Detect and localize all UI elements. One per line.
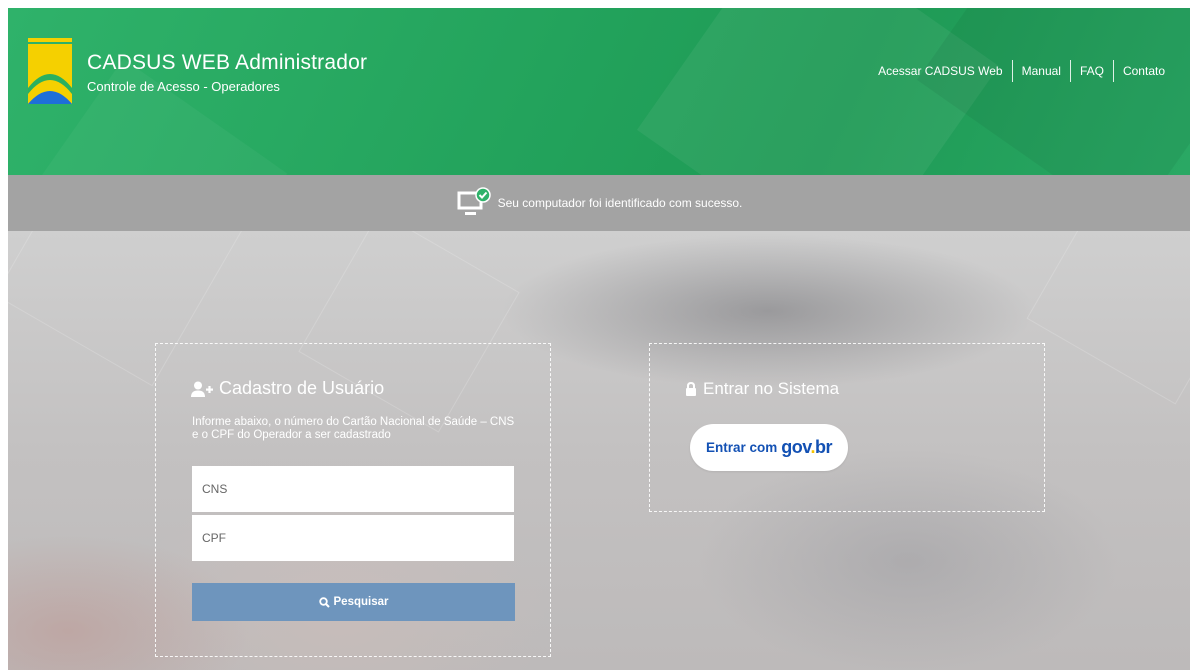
cns-input[interactable]: [192, 466, 514, 512]
app-title: CADSUS WEB Administrador: [87, 51, 368, 74]
user-add-icon: [191, 381, 213, 397]
header-decoration: [916, 8, 1190, 175]
nav-link-faq[interactable]: FAQ: [1071, 64, 1113, 78]
register-title-text: Cadastro de Usuário: [219, 378, 385, 398]
register-card: Cadastro de Usuário Informe abaixo, o nú…: [155, 343, 551, 657]
nav-link-acessar-cadsus-web[interactable]: Acessar CADSUS Web: [869, 64, 1011, 78]
govbr-logo-br: br: [814, 437, 833, 457]
login-card: Entrar no Sistema Entrar com gov.br: [649, 343, 1045, 512]
govbr-logo-gov: gov: [781, 437, 811, 457]
register-title: Cadastro de Usuário: [191, 378, 384, 399]
login-title-text: Entrar no Sistema: [703, 379, 840, 398]
nav-link-contato[interactable]: Contato: [1114, 64, 1174, 78]
sus-logo-icon: [28, 38, 72, 104]
cpf-input[interactable]: [192, 515, 514, 561]
nav-link-manual[interactable]: Manual: [1013, 64, 1070, 78]
background-pattern: [1026, 231, 1190, 405]
app-subtitle: Controle de Acesso - Operadores: [87, 79, 280, 94]
lock-icon: [685, 382, 697, 396]
search-button[interactable]: Pesquisar: [192, 583, 515, 621]
register-instructions: Informe abaixo, o número do Cartão Nacio…: [192, 416, 515, 441]
search-icon: [318, 596, 330, 608]
login-title: Entrar no Sistema: [685, 379, 839, 399]
page: CADSUS WEB Administrador Controle de Ace…: [8, 8, 1190, 670]
govbr-button-label: Entrar com: [706, 440, 778, 455]
govbr-logo: gov.br: [781, 437, 832, 458]
identification-notice: Seu computador foi identificado com suce…: [8, 175, 1190, 231]
main-background: Cadastro de Usuário Informe abaixo, o nú…: [8, 231, 1190, 670]
govbr-login-button[interactable]: Entrar com gov.br: [690, 424, 848, 471]
search-button-label: Pesquisar: [333, 596, 389, 608]
notice-text: Seu computador foi identificado com suce…: [497, 196, 743, 210]
top-nav: Acessar CADSUS Web Manual FAQ Contato: [869, 60, 1174, 82]
computer-check-icon: [457, 187, 491, 215]
header: CADSUS WEB Administrador Controle de Ace…: [8, 8, 1190, 175]
